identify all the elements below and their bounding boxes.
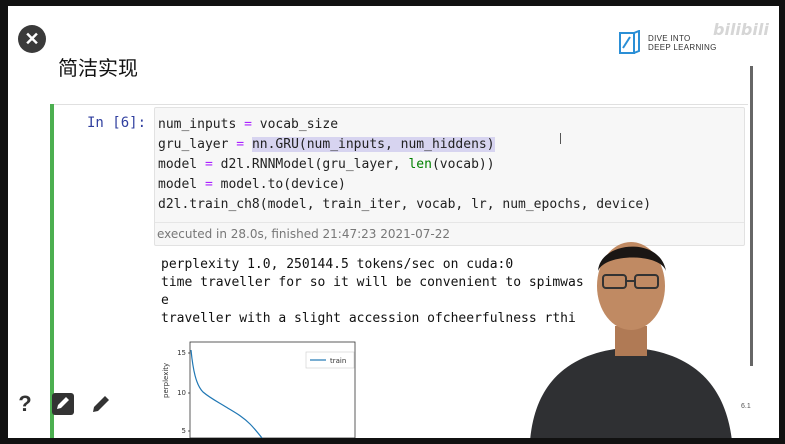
cell-top-border — [54, 104, 748, 105]
code-editor[interactable]: num_inputs = vocab_size gru_layer = nn.G… — [158, 115, 651, 215]
watermark: bilibili — [713, 20, 769, 39]
page-indicator: 6.1 — [741, 403, 751, 410]
code-line-5: d2l.train_ch8(model, train_iter, vocab, … — [158, 197, 652, 212]
output-line-1: perplexity 1.0, 250144.5 tokens/sec on c… — [161, 257, 514, 272]
code-line-3: model = d2l.RNNModel(gru_layer, len(voca… — [158, 157, 495, 172]
code-line-2: gru_layer = nn.GRU(num_inputs, num_hidde… — [158, 137, 495, 152]
code-line-4: model = model.to(device) — [158, 177, 346, 192]
slide-title: 简洁实现 — [58, 56, 138, 80]
d2l-logo: DIVE INTO DEEP LEARNING — [618, 30, 717, 56]
close-icon[interactable]: ✕ — [18, 25, 46, 53]
execution-info: executed in 28.0s, finished 21:47:23 202… — [157, 227, 450, 241]
text-cursor — [560, 133, 561, 144]
output-line-2: time traveller for so it will be conveni… — [161, 275, 545, 290]
output-line-3: e — [161, 293, 169, 308]
y-tick-10: 10 — [177, 389, 186, 397]
y-axis-label: perplexity — [162, 363, 170, 398]
y-tick-15: 15 — [177, 349, 186, 357]
cell-selection-bar — [50, 104, 54, 438]
exec-divider — [155, 222, 744, 223]
edit-icon[interactable] — [51, 392, 75, 416]
scrollbar[interactable] — [750, 66, 753, 366]
cell-prompt: In [6]: — [87, 115, 147, 131]
y-tick-5: 5 — [182, 427, 186, 435]
logo-line1: DIVE INTO — [648, 34, 691, 43]
presenter-shirt — [530, 349, 732, 438]
help-icon[interactable]: ? — [13, 391, 37, 416]
slide-toolbar: ? — [13, 391, 113, 416]
legend-label: train — [330, 357, 346, 365]
slide: ✕ DIVE INTO DEEP LEARNING bilibili 简洁实现 … — [8, 6, 779, 438]
code-line-1: num_inputs = vocab_size — [158, 117, 339, 132]
pencil-icon[interactable] — [89, 392, 113, 416]
book-icon — [619, 30, 640, 54]
code-cell[interactable]: num_inputs = vocab_size gru_layer = nn.G… — [154, 107, 745, 246]
logo-line2: DEEP LEARNING — [648, 43, 717, 52]
presenter-neck — [615, 326, 647, 356]
presenter-video — [530, 242, 732, 438]
output-line-4: traveller with a slight accession ofchee… — [161, 311, 553, 326]
perplexity-plot: perplexity 15 10 5 train — [162, 341, 356, 438]
